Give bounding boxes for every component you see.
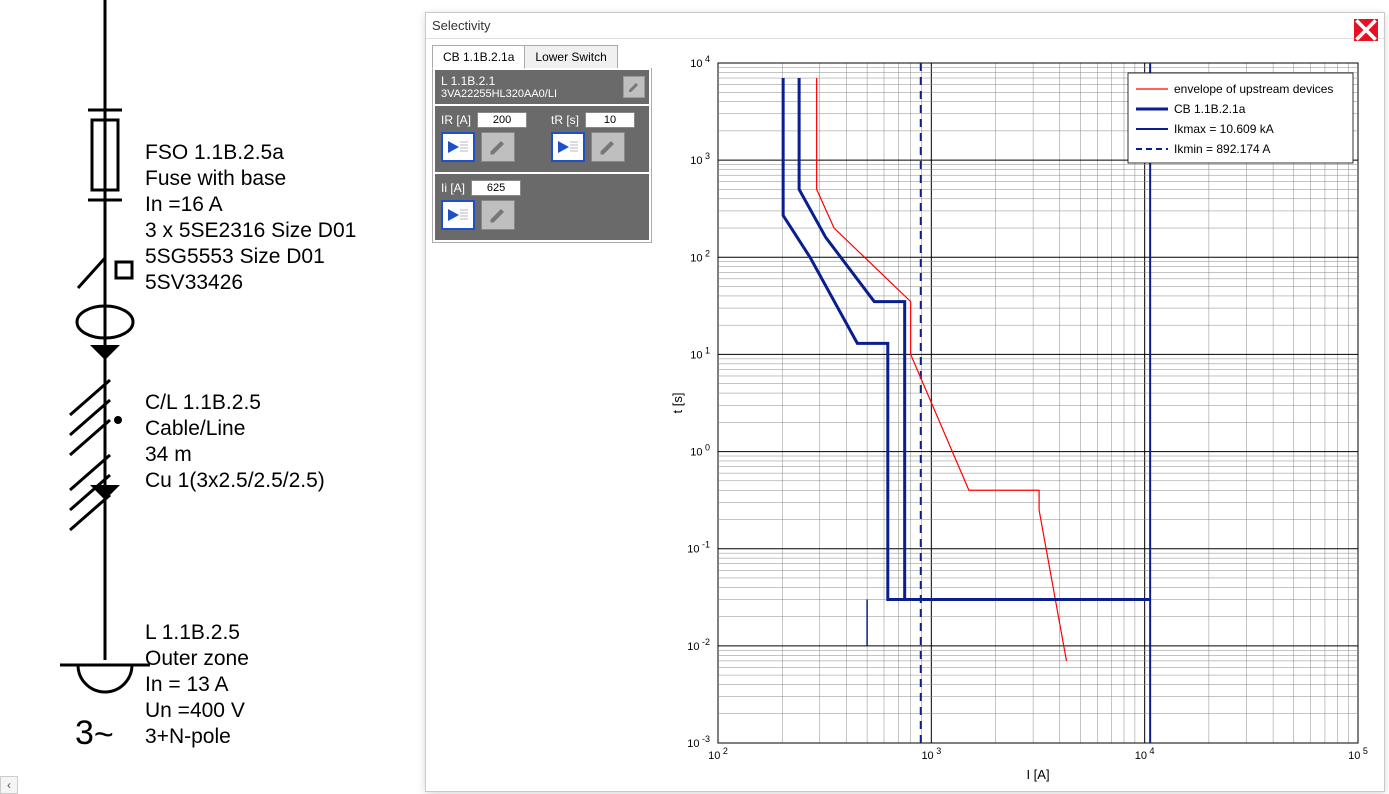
svg-text:10 -1: 10 -1: [687, 540, 710, 556]
ir-input[interactable]: [477, 112, 527, 128]
tab-cb[interactable]: CB 1.1B.2.1a: [432, 45, 525, 69]
three-sym: 3~: [75, 712, 114, 755]
tab-lower-switch[interactable]: Lower Switch: [524, 45, 617, 69]
device-id: L 1.1B.2.1: [441, 74, 643, 88]
scroll-left-icon[interactable]: ‹: [0, 776, 18, 794]
panel-title: Selectivity: [426, 13, 1384, 39]
ii-label: Ii [A]: [441, 181, 465, 195]
ii-edit-button[interactable]: [481, 200, 515, 230]
tr-curve-button[interactable]: [551, 132, 585, 162]
curve-icon: [557, 138, 579, 156]
settings-box: L 1.1B.2.1 3VA22255HL320AA0/LI IR [A]: [432, 68, 652, 243]
ir-edit-button[interactable]: [481, 132, 515, 162]
svg-text:10 0: 10 0: [690, 443, 710, 459]
ii-input[interactable]: [471, 180, 521, 196]
close-icon: [1354, 18, 1378, 42]
fso-line6: 5SV33426: [145, 270, 243, 296]
ir-label: IR [A]: [441, 113, 471, 127]
svg-text:Ikmax = 10.609 kA: Ikmax = 10.609 kA: [1174, 122, 1274, 136]
tr-input[interactable]: [585, 112, 635, 128]
param-ii: Ii [A]: [441, 180, 521, 230]
fso-id: FSO 1.1B.2.5a: [145, 140, 284, 166]
selectivity-chart: 10 2 10 3 10 4 10 5 10 -3 10 -2 10 -1 10 0 10 1 1…: [668, 53, 1378, 783]
load-un: Un =400 V: [145, 698, 245, 724]
param-tr: tR [s]: [551, 112, 635, 162]
svg-text:10 5: 10 5: [1348, 746, 1368, 762]
param-group-1: IR [A] tR [s]: [435, 106, 649, 172]
fso-type: Fuse with base: [145, 166, 286, 192]
svg-text:10 -2: 10 -2: [687, 637, 710, 653]
svg-text:10 3: 10 3: [690, 151, 710, 167]
cable-id: C/L 1.1B.2.5: [145, 390, 261, 416]
svg-text:10 4: 10 4: [1135, 746, 1155, 762]
svg-text:I [A]: I [A]: [1026, 767, 1049, 782]
curve-icon: [447, 206, 469, 224]
svg-text:10 -3: 10 -3: [687, 734, 710, 750]
cable-type: Cable/Line: [145, 416, 245, 442]
svg-text:t [s]: t [s]: [670, 393, 685, 414]
load-pole: 3+N-pole: [145, 724, 231, 750]
load-id: L 1.1B.2.5: [145, 620, 240, 646]
load-in: In = 13 A: [145, 672, 229, 698]
svg-text:10 4: 10 4: [690, 54, 710, 70]
device-type: 3VA22255HL320AA0/LI: [441, 88, 643, 100]
param-ir: IR [A]: [441, 112, 527, 162]
device-edit-button[interactable]: [623, 76, 645, 98]
svg-text:10 1: 10 1: [690, 345, 710, 361]
close-button[interactable]: [1354, 19, 1378, 41]
svg-text:10 2: 10 2: [690, 248, 710, 264]
pencil-icon: [487, 206, 509, 224]
single-line-diagram: FSO 1.1B.2.5a Fuse with base In =16 A 3 …: [0, 0, 425, 794]
param-group-2: Ii [A]: [435, 174, 649, 240]
pencil-icon: [597, 138, 619, 156]
fso-in: In =16 A: [145, 192, 223, 218]
svg-text:CB 1.1B.2.1a: CB 1.1B.2.1a: [1174, 102, 1246, 116]
svg-text:Ikmin = 892.174 A: Ikmin = 892.174 A: [1174, 142, 1270, 156]
tr-edit-button[interactable]: [591, 132, 625, 162]
svg-text:10 3: 10 3: [921, 746, 941, 762]
svg-text:10 2: 10 2: [708, 746, 728, 762]
cable-len: 34 m: [145, 442, 192, 468]
curve-icon: [447, 138, 469, 156]
selectivity-panel: Selectivity CB 1.1B.2.1a Lower Switch L …: [425, 12, 1385, 792]
load-zone: Outer zone: [145, 646, 249, 672]
pencil-icon: [628, 81, 640, 93]
device-row: L 1.1B.2.1 3VA22255HL320AA0/LI: [435, 70, 649, 104]
fso-line4: 3 x 5SE2316 Size D01: [145, 218, 356, 244]
tr-label: tR [s]: [551, 113, 579, 127]
svg-text:envelope of upstream devices: envelope of upstream devices: [1174, 82, 1333, 96]
pencil-icon: [487, 138, 509, 156]
fso-line5: 5SG5553 Size D01: [145, 244, 325, 270]
ii-curve-button[interactable]: [441, 200, 475, 230]
ir-curve-button[interactable]: [441, 132, 475, 162]
cable-spec: Cu 1(3x2.5/2.5/2.5): [145, 468, 325, 494]
